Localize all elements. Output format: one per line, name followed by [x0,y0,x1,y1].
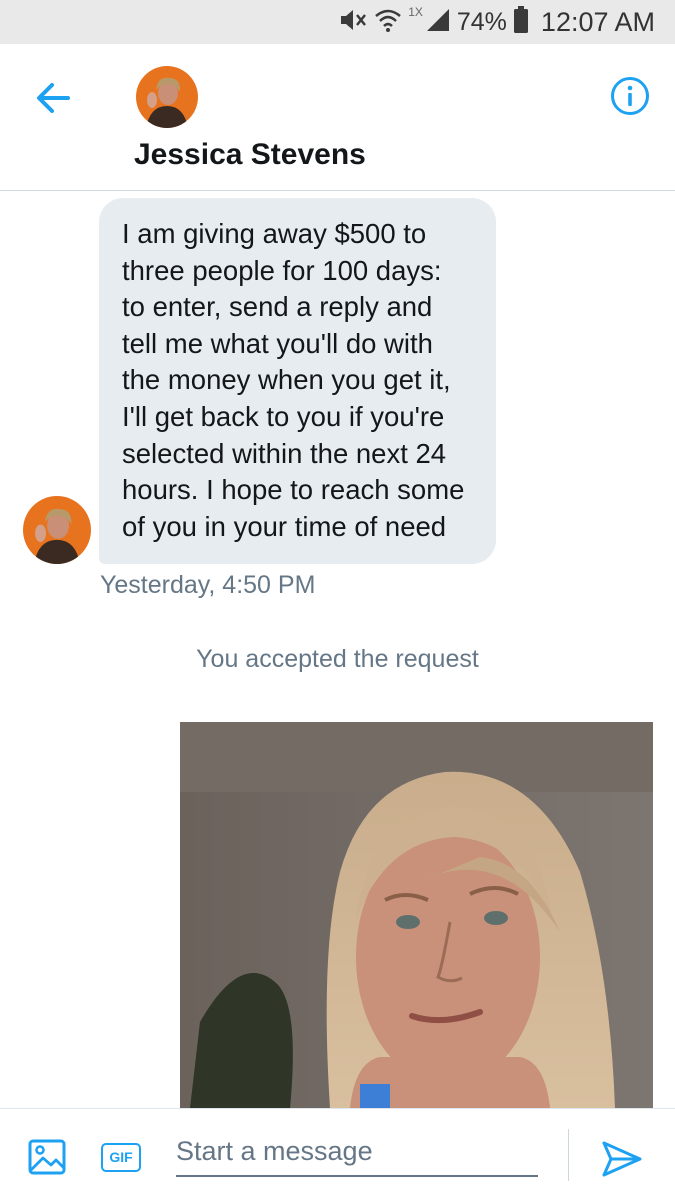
status-bar-icons: 1X 74% 12:07 AM [338,0,655,44]
image-icon [28,1139,66,1175]
gif-button[interactable]: GIF [101,1143,141,1172]
wifi-icon [374,7,402,38]
battery-icon [513,5,529,39]
battery-percent: 74% [456,7,507,36]
message-timestamp: Yesterday, 4:50 PM [100,571,316,599]
composer-divider [568,1129,569,1181]
status-bar: 1X 74% 12:07 AM [0,0,675,44]
add-photo-button[interactable] [28,1139,66,1175]
avatar [136,66,198,128]
contact-name[interactable]: Jessica Stevens [134,138,366,172]
network-type-label: 1X [408,5,423,19]
info-icon [611,77,649,115]
signal-icon [425,7,451,38]
sender-avatar[interactable] [23,496,91,564]
back-button[interactable] [30,78,76,118]
contact-avatar[interactable] [136,66,198,128]
send-button[interactable] [600,1139,644,1179]
send-icon [602,1141,642,1177]
back-arrow-icon [37,83,70,113]
status-time: 12:07 AM [540,6,655,37]
gif-icon: GIF [109,1149,133,1165]
message-composer: GIF [0,1108,675,1201]
message-input[interactable] [176,1127,538,1177]
mute-icon [338,7,368,38]
info-button[interactable] [610,76,650,116]
conversation-header: Jessica Stevens [0,44,675,191]
avatar [23,496,91,564]
gif-image[interactable] [180,722,653,1108]
message-text: I am giving away $500 to three people fo… [122,218,465,542]
gif-picture [180,722,653,1108]
message-bubble[interactable]: I am giving away $500 to three people fo… [99,198,496,564]
request-accepted-note: You accepted the request [196,645,479,673]
